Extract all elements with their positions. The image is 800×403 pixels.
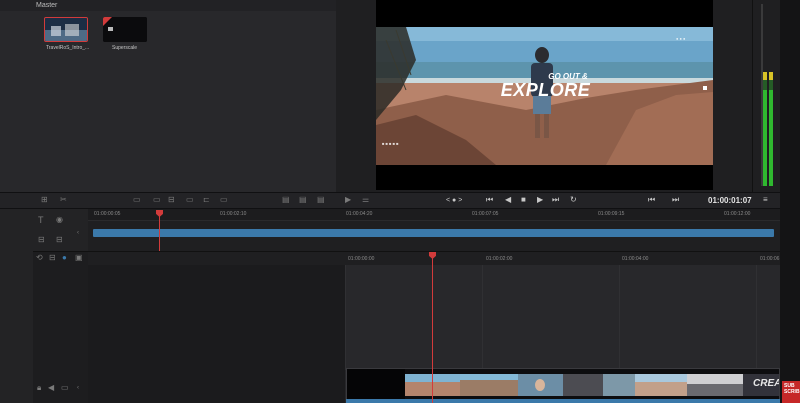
scissors-icon[interactable]: ✂ xyxy=(60,196,67,204)
subscribe-badge[interactable]: SUB SCRIB xyxy=(782,381,800,403)
go-to-start-icon[interactable]: ⏮ xyxy=(486,196,493,204)
snapping-icon[interactable]: ⟲ xyxy=(36,254,43,262)
upper-ruler-label: 01:00:02:10 xyxy=(220,211,247,217)
track-view-icon[interactable]: ▤ xyxy=(282,196,290,204)
upper-ruler-label: 01:00:09:15 xyxy=(598,211,625,217)
video-preview[interactable]: ● ● ● ■ ■ ■ ■ ■ GO OUT & EXPLORE xyxy=(376,0,713,190)
zoom-control[interactable]: < ● > xyxy=(446,197,462,205)
append-icon[interactable]: ▭ xyxy=(153,196,161,204)
clip-thumbnail-image xyxy=(45,18,87,41)
superscale-thumbnail[interactable] xyxy=(103,17,147,42)
close-up-icon[interactable]: ▭ xyxy=(186,196,194,204)
svg-text:● ● ●: ● ● ● xyxy=(676,36,686,41)
video-clip-filmstrip[interactable]: CREA xyxy=(346,368,780,400)
flag-icon[interactable]: ● xyxy=(62,254,67,262)
audio-meter-panel xyxy=(752,0,780,192)
collapse-arrow-icon[interactable]: ‹ xyxy=(77,229,79,237)
upper-video-track-clip[interactable] xyxy=(93,229,774,237)
superscale-label: Superscale xyxy=(112,45,138,51)
lower-left-tools xyxy=(0,251,33,403)
timeline-gridline xyxy=(482,265,483,370)
menu-icon[interactable]: ≡ xyxy=(763,196,768,204)
lower-playhead-line[interactable] xyxy=(432,256,433,403)
lock-icon[interactable]: 🔒︎ xyxy=(37,384,41,392)
timeline-view-icon[interactable]: ▤ xyxy=(317,196,325,204)
stacked-view-icon[interactable]: ▤ xyxy=(299,196,307,204)
upper-ruler-label: 01:00:07:05 xyxy=(472,211,499,217)
next-clip-icon[interactable]: ⏭ xyxy=(672,196,679,204)
settings-icon[interactable]: ⚌ xyxy=(362,196,369,204)
marker-icon[interactable]: ▣ xyxy=(75,254,83,262)
right-edge-strip xyxy=(780,0,800,403)
superscale-image xyxy=(103,17,147,42)
text-tool-icon[interactable]: T xyxy=(38,216,44,225)
title-line-2: EXPLORE xyxy=(500,80,591,100)
clip-view-icon[interactable]: ▭ xyxy=(61,384,69,392)
place-on-top-icon[interactable]: ⊏ xyxy=(203,196,210,204)
upper-ruler-label: 01:00:12:00 xyxy=(724,211,751,217)
blade-tool-icon[interactable]: ⊞ xyxy=(41,196,48,204)
timecode-display: 01:00:01:07 xyxy=(708,196,752,205)
speaker-icon[interactable]: ◀ xyxy=(48,384,54,392)
previous-clip-icon[interactable]: ⏮ xyxy=(648,196,655,204)
smart-insert-icon[interactable]: ▭ xyxy=(133,196,141,204)
clip-audio-bar xyxy=(346,399,780,403)
edit-toolbar xyxy=(0,192,780,209)
timeline-gridline xyxy=(619,265,620,370)
media-clip-label: TravelRoS_Intro_... xyxy=(46,45,90,51)
source-overwrite-icon[interactable]: ▭ xyxy=(220,196,228,204)
link-icon[interactable]: ⊟ xyxy=(49,254,56,262)
timeline-gridline xyxy=(345,265,346,370)
timeline-empty-area xyxy=(88,265,345,403)
play-icon[interactable]: ▶ xyxy=(537,196,543,204)
video-track-icon[interactable]: ⊟ xyxy=(56,236,63,244)
upper-ruler-label: 01:00:04:20 xyxy=(346,211,373,217)
svg-text:■ ■ ■ ■ ■: ■ ■ ■ ■ ■ xyxy=(382,141,399,146)
lower-ruler-label: 01:00:04:00 xyxy=(622,256,649,262)
lock-track-icon[interactable]: ◉ xyxy=(56,216,63,224)
go-to-end-icon[interactable]: ⏭ xyxy=(552,196,559,204)
stop-icon[interactable]: ■ xyxy=(521,196,526,204)
upper-ruler-label: 01:00:00:05 xyxy=(94,211,121,217)
audio-track-icon[interactable]: ⊟ xyxy=(38,236,45,244)
upper-ruler xyxy=(88,209,780,221)
media-pool-header: Master xyxy=(0,0,336,11)
clip-overlay-text: CREA xyxy=(753,378,780,389)
ripple-overwrite-icon[interactable]: ⊟ xyxy=(168,196,175,204)
upper-track-header xyxy=(0,209,88,251)
lower-ruler-label: 01:00:06 xyxy=(760,256,780,262)
viewer-mode-icon[interactable]: ▶ xyxy=(345,196,351,204)
expand-arrow-icon[interactable]: ‹ xyxy=(77,384,79,392)
upper-playhead-line[interactable] xyxy=(159,214,160,251)
lower-ruler-label: 01:00:02:00 xyxy=(486,256,513,262)
loop-icon[interactable]: ↻ xyxy=(570,196,577,204)
audio-meters xyxy=(761,4,773,186)
play-reverse-icon[interactable]: ◀ xyxy=(505,196,511,204)
timeline-gridline xyxy=(756,265,757,370)
lower-ruler-label: 01:00:00:00 xyxy=(348,256,375,262)
media-clip-thumbnail[interactable] xyxy=(44,17,88,42)
clip-frames xyxy=(347,369,779,399)
